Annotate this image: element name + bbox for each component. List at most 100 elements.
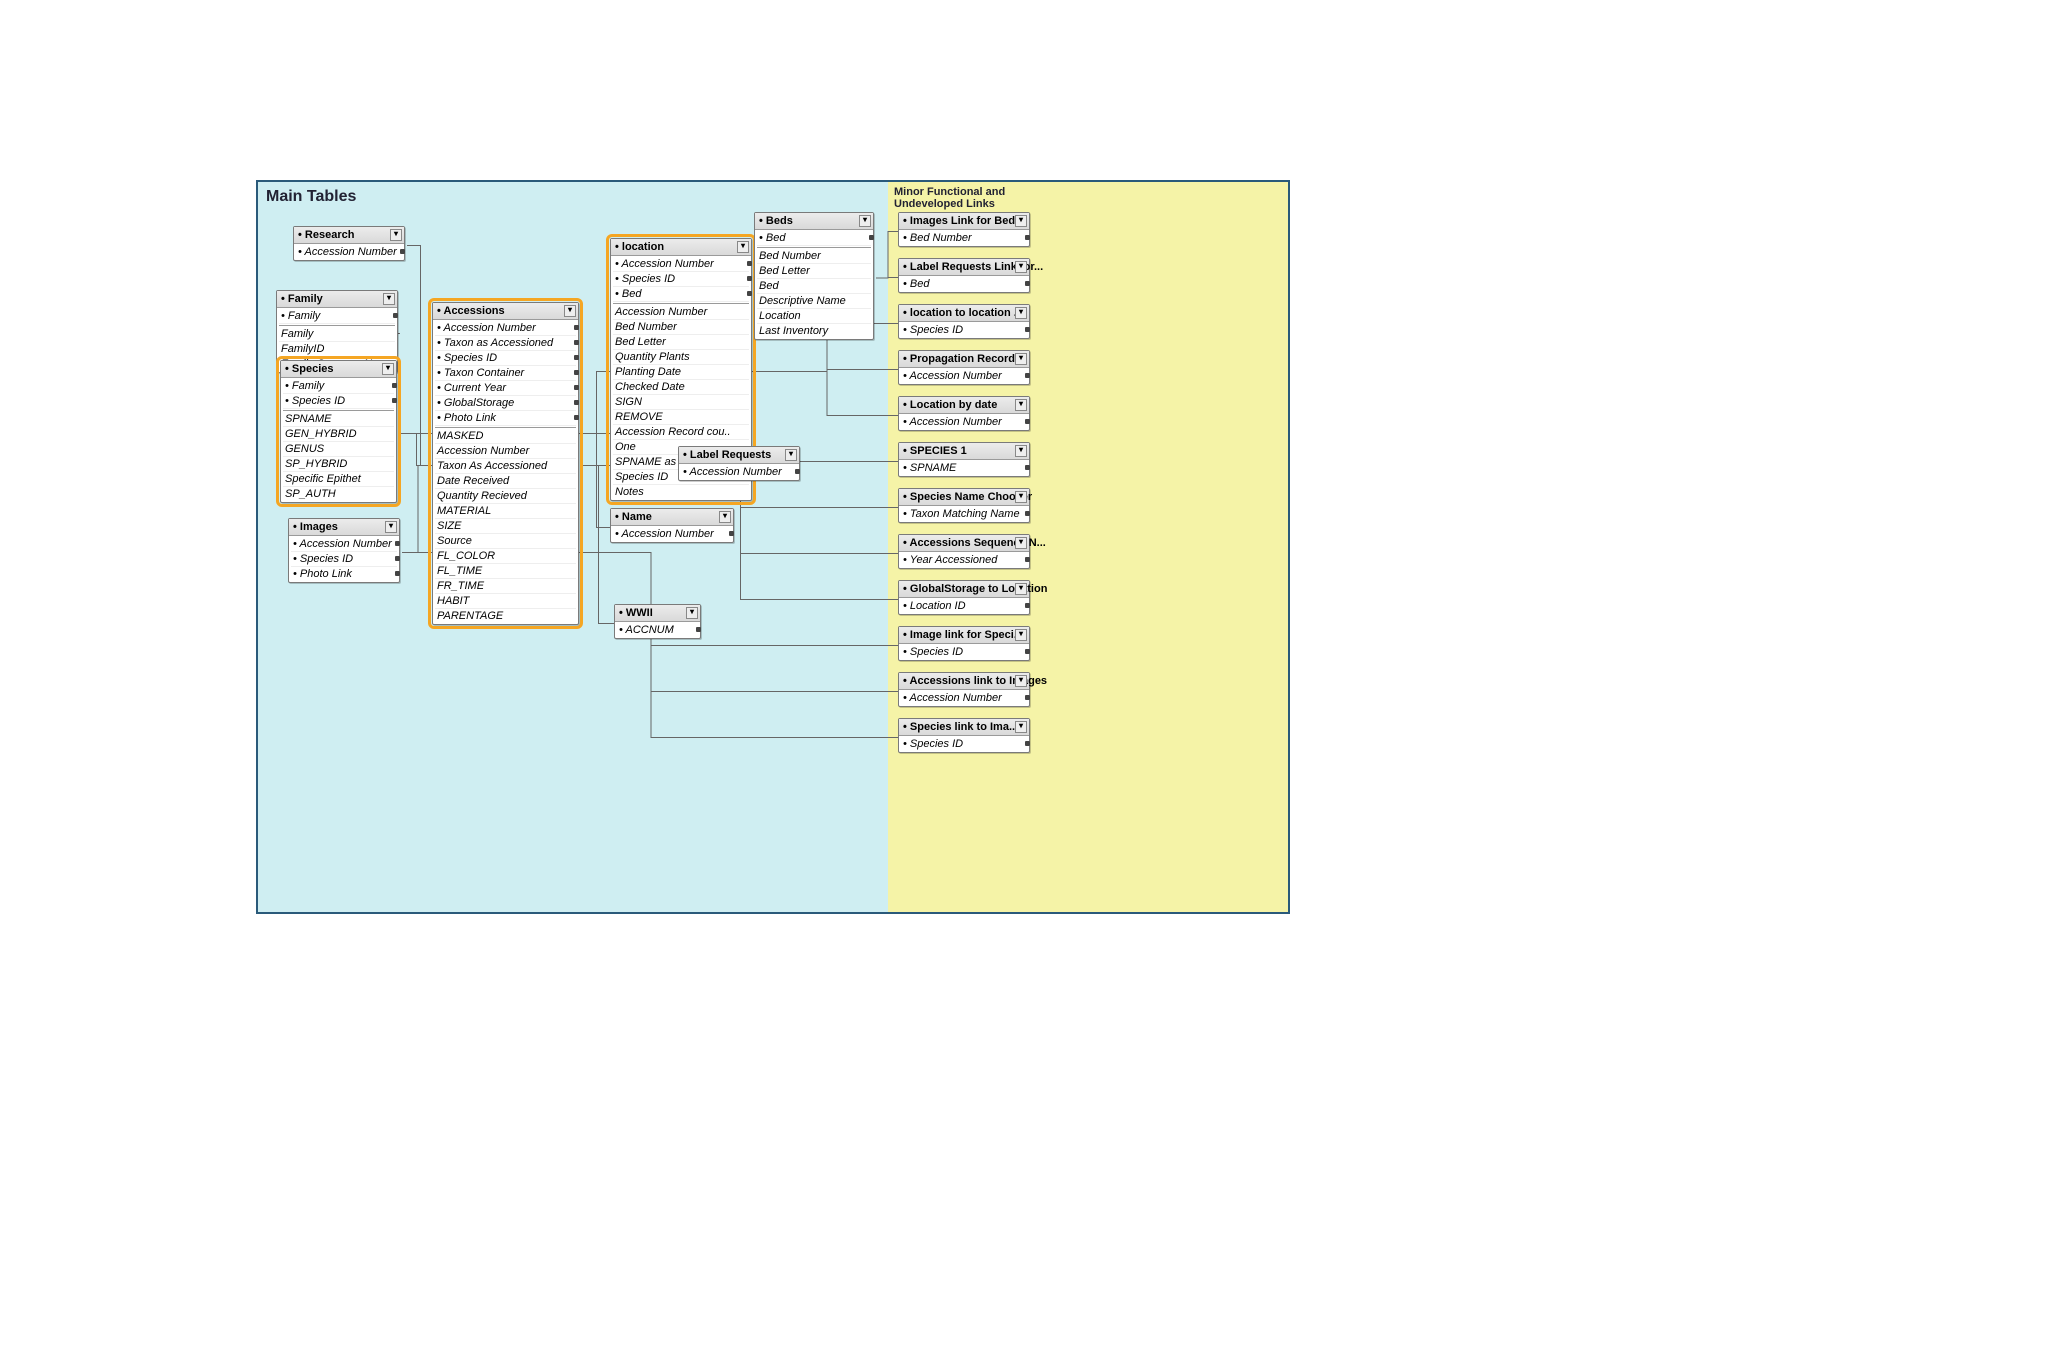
table-header[interactable]: • Image link for Speci...▾	[899, 627, 1029, 644]
collapse-icon[interactable]: ▾	[1015, 399, 1027, 411]
table-side-1[interactable]: • Label Requests Link for...▾• Bed	[898, 258, 1030, 293]
table-field[interactable]: PARENTAGE	[435, 609, 576, 623]
table-field[interactable]: FL_COLOR	[435, 549, 576, 564]
table-field[interactable]: • Family	[279, 309, 395, 324]
table-field[interactable]: • Accession Number	[613, 257, 749, 272]
table-field[interactable]: Bed Letter	[613, 335, 749, 350]
table-field[interactable]: Source	[435, 534, 576, 549]
table-species[interactable]: • Species▾• Family• Species IDSPNAMEGEN_…	[280, 360, 397, 503]
table-field[interactable]: • Year Accessioned	[901, 553, 1027, 567]
table-field[interactable]: REMOVE	[613, 410, 749, 425]
table-side-3[interactable]: • Propagation Records▾• Accession Number	[898, 350, 1030, 385]
table-header[interactable]: • SPECIES 1▾	[899, 443, 1029, 460]
table-images[interactable]: • Images▾• Accession Number• Species ID•…	[288, 518, 400, 583]
table-field[interactable]: • Location ID	[901, 599, 1027, 613]
table-header[interactable]: • GlobalStorage to Location▾	[899, 581, 1029, 598]
table-header[interactable]: • Accessions Sequence N...▾	[899, 535, 1029, 552]
collapse-icon[interactable]: ▾	[1015, 629, 1027, 641]
collapse-icon[interactable]: ▾	[719, 511, 731, 523]
table-field[interactable]: Descriptive Name	[757, 294, 871, 309]
table-field[interactable]: Family	[279, 327, 395, 342]
table-field[interactable]: Quantity Recieved	[435, 489, 576, 504]
table-field[interactable]: • Taxon Matching Name	[901, 507, 1027, 521]
table-field[interactable]: Specific Epithet	[283, 472, 394, 487]
collapse-icon[interactable]: ▾	[1015, 675, 1027, 687]
table-side-8[interactable]: • GlobalStorage to Location▾• Location I…	[898, 580, 1030, 615]
table-field[interactable]: MATERIAL	[435, 504, 576, 519]
table-field[interactable]: FR_TIME	[435, 579, 576, 594]
table-side-11[interactable]: • Species link to Ima...▾• Species ID	[898, 718, 1030, 753]
table-field[interactable]: SPNAME	[283, 412, 394, 427]
table-header[interactable]: • Species link to Ima...▾	[899, 719, 1029, 736]
table-header[interactable]: • Images Link for Beds▾	[899, 213, 1029, 230]
table-header[interactable]: • Family▾	[277, 291, 397, 308]
table-field[interactable]: • ACCNUM	[617, 623, 698, 637]
table-field[interactable]: Date Received	[435, 474, 576, 489]
table-field[interactable]: GEN_HYBRID	[283, 427, 394, 442]
collapse-icon[interactable]: ▾	[785, 449, 797, 461]
table-field[interactable]: • Accession Number	[681, 465, 797, 479]
table-side-2[interactable]: • location to location ...▾• Species ID	[898, 304, 1030, 339]
table-field[interactable]: • Species ID	[613, 272, 749, 287]
table-field[interactable]: MASKED	[435, 429, 576, 444]
collapse-icon[interactable]: ▾	[390, 229, 402, 241]
collapse-icon[interactable]: ▾	[382, 363, 394, 375]
collapse-icon[interactable]: ▾	[383, 293, 395, 305]
table-label-requests[interactable]: • Label Requests▾• Accession Number	[678, 446, 800, 481]
table-field[interactable]: Accession Record cou..	[613, 425, 749, 440]
table-field[interactable]: • SPNAME	[901, 461, 1027, 475]
table-header[interactable]: • Label Requests Link for...▾	[899, 259, 1029, 276]
table-field[interactable]: • GlobalStorage	[435, 396, 576, 411]
collapse-icon[interactable]: ▾	[1015, 491, 1027, 503]
table-field[interactable]: HABIT	[435, 594, 576, 609]
table-name[interactable]: • Name▾• Accession Number	[610, 508, 734, 543]
table-header[interactable]: • Research▾	[294, 227, 404, 244]
table-field[interactable]: • Accession Number	[901, 415, 1027, 429]
table-field[interactable]: • Bed	[613, 287, 749, 302]
table-side-9[interactable]: • Image link for Speci...▾• Species ID	[898, 626, 1030, 661]
table-side-7[interactable]: • Accessions Sequence N...▾• Year Access…	[898, 534, 1030, 569]
table-field[interactable]: • Species ID	[435, 351, 576, 366]
table-field[interactable]: • Accession Number	[901, 691, 1027, 705]
table-field[interactable]: Bed	[757, 279, 871, 294]
collapse-icon[interactable]: ▾	[1015, 583, 1027, 595]
table-field[interactable]: • Bed	[901, 277, 1027, 291]
table-field[interactable]: Checked Date	[613, 380, 749, 395]
table-field[interactable]: • Accession Number	[435, 321, 576, 336]
table-field[interactable]: • Accession Number	[901, 369, 1027, 383]
table-field[interactable]: SIZE	[435, 519, 576, 534]
table-field[interactable]: • Species ID	[291, 552, 397, 567]
collapse-icon[interactable]: ▾	[737, 241, 749, 253]
table-side-5[interactable]: • SPECIES 1▾• SPNAME	[898, 442, 1030, 477]
collapse-icon[interactable]: ▾	[1015, 307, 1027, 319]
table-header[interactable]: • Propagation Records▾	[899, 351, 1029, 368]
table-wwii[interactable]: • WWII▾• ACCNUM	[614, 604, 701, 639]
table-field[interactable]: • Accession Number	[291, 537, 397, 552]
table-side-10[interactable]: • Accessions link to Images▾• Accession …	[898, 672, 1030, 707]
table-header[interactable]: • Location by date▾	[899, 397, 1029, 414]
table-header[interactable]: • location to location ...▾	[899, 305, 1029, 322]
table-field[interactable]: • Accession Number	[613, 527, 731, 541]
table-field[interactable]: Bed Letter	[757, 264, 871, 279]
collapse-icon[interactable]: ▾	[564, 305, 576, 317]
table-header[interactable]: • Species▾	[281, 361, 396, 378]
table-field[interactable]: • Current Year	[435, 381, 576, 396]
table-side-4[interactable]: • Location by date▾• Accession Number	[898, 396, 1030, 431]
table-field[interactable]: Accession Number	[435, 444, 576, 459]
table-research[interactable]: • Research▾• Accession Number	[293, 226, 405, 261]
table-field[interactable]: • Photo Link	[291, 567, 397, 581]
table-field[interactable]: Taxon As Accessioned	[435, 459, 576, 474]
table-field[interactable]: SP_AUTH	[283, 487, 394, 501]
table-field[interactable]: Notes	[613, 485, 749, 499]
collapse-icon[interactable]: ▾	[1015, 721, 1027, 733]
table-field[interactable]: Location	[757, 309, 871, 324]
table-field[interactable]: • Photo Link	[435, 411, 576, 426]
relationships-canvas[interactable]: Main Tables Minor Functional and Undevel…	[256, 180, 1290, 914]
table-field[interactable]: • Bed	[757, 231, 871, 246]
table-field[interactable]: • Species ID	[901, 645, 1027, 659]
table-field[interactable]: • Taxon Container	[435, 366, 576, 381]
table-field[interactable]: SIGN	[613, 395, 749, 410]
table-header[interactable]: • Species Name Chooser▾	[899, 489, 1029, 506]
table-field[interactable]: Bed Number	[757, 249, 871, 264]
table-field[interactable]: • Species ID	[283, 394, 394, 409]
